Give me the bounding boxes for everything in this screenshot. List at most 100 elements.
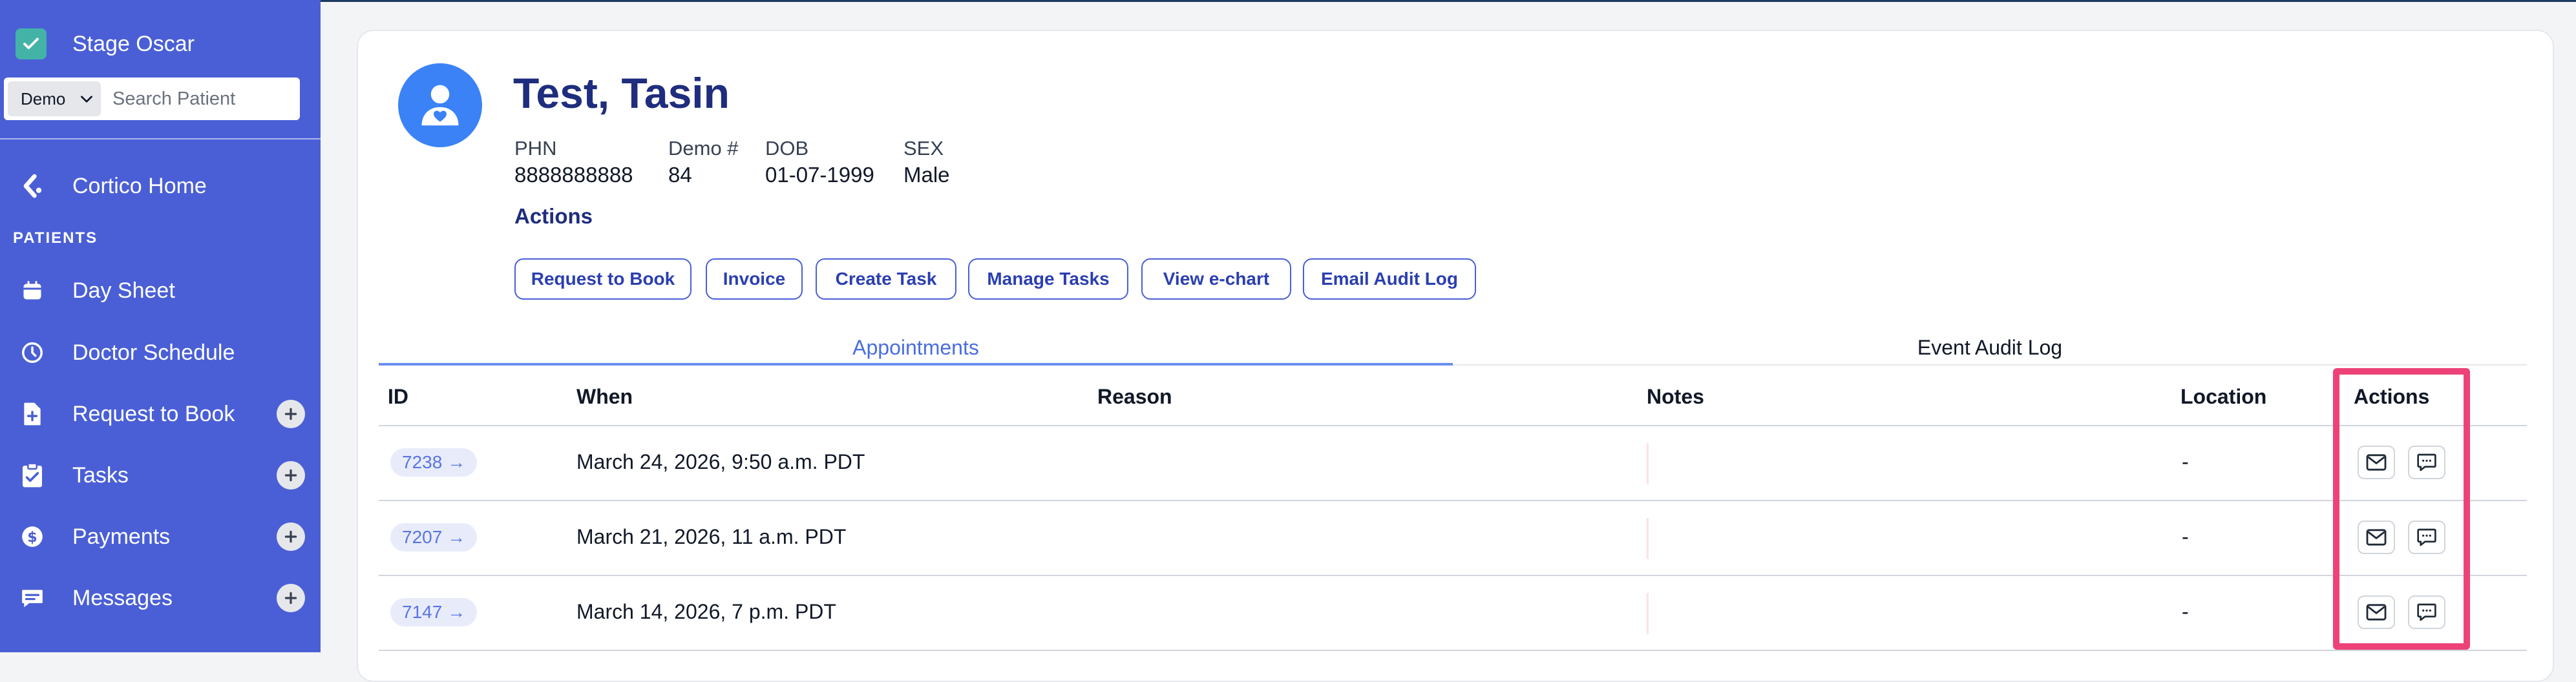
clipboard-check-icon [18,461,47,490]
column-header-when: When [576,385,633,408]
patients-section-label: PATIENTS [13,229,98,247]
sidebar-item-request-to-book[interactable]: Request to Book [0,388,321,440]
sms-button[interactable] [2408,521,2445,554]
appointment-notes [1647,443,1649,484]
appointment-id: 7238 [402,452,443,472]
column-header-id: ID [388,385,408,408]
chat-bubble-icon [2417,528,2436,546]
appointment-location: - [2182,525,2189,548]
field-value: Male [903,163,950,187]
tab-divider [1453,364,2527,366]
chat-bubble-icon [2417,453,2436,471]
email-button[interactable] [2358,595,2395,629]
appointment-when: March 21, 2026, 11 a.m. PDT [576,525,847,548]
patient-field-dob: DOB 01-07-1999 [765,137,874,187]
row-divider [379,575,2527,576]
chevron-down-icon [81,96,93,103]
mail-icon [2366,454,2387,471]
patient-avatar-icon [398,63,482,147]
field-value: 84 [668,163,692,187]
mail-icon [2366,604,2387,621]
sidebar-item-label: Request to Book [72,401,235,426]
create-task-button[interactable]: Create Task [816,258,956,300]
chat-bubble-icon [2417,603,2436,621]
sms-button[interactable] [2408,595,2445,629]
patient-search-bar: Demo [4,78,300,120]
row-divider [379,500,2527,501]
tab-appointments[interactable]: Appointments [379,329,1453,366]
appointment-notes [1647,593,1649,634]
column-header-actions: Actions [2354,385,2430,408]
add-task-button[interactable] [277,461,305,490]
email-button[interactable] [2358,446,2395,479]
sidebar-item-label: Doctor Schedule [72,340,235,365]
add-message-button[interactable] [277,584,305,612]
column-header-location: Location [2180,385,2267,408]
column-header-notes: Notes [1647,385,1704,408]
request-to-book-button[interactable]: Request to Book [514,258,692,300]
appointment-notes [1647,518,1649,559]
patient-field-phn: PHN 8888888888 [514,137,633,187]
appointment-when: March 24, 2026, 9:50 a.m. PDT [576,450,865,473]
tab-event-audit-log[interactable]: Event Audit Log [1453,329,2527,366]
search-type-select[interactable]: Demo [8,81,101,116]
sidebar-item-label: Payments [72,524,171,549]
file-plus-icon [18,400,47,428]
arrow-right-icon: → [447,452,466,472]
sidebar-divider [0,138,321,140]
brand[interactable]: Stage Oscar [16,28,195,59]
sidebar-item-tasks[interactable]: Tasks [0,450,321,501]
email-button[interactable] [2358,521,2395,554]
appointment-id: 7147 [402,602,443,622]
field-value: 8888888888 [514,163,633,187]
appointment-location: - [2182,450,2189,473]
appointment-location: - [2182,600,2189,623]
search-type-value: Demo [21,88,66,108]
appointment-id-link[interactable]: 7147 → [390,598,478,626]
message-icon [18,584,47,612]
table-header-divider [379,425,2527,426]
clock-icon [18,338,47,367]
sidebar-item-messages[interactable]: Messages [0,572,321,624]
appointment-when: March 14, 2026, 7 p.m. PDT [576,600,836,623]
field-label: Demo # [668,137,739,160]
email-audit-log-button[interactable]: Email Audit Log [1303,258,1476,300]
sms-button[interactable] [2408,446,2445,479]
appointment-id-link[interactable]: 7207 → [390,523,478,552]
patient-field-sex: SEX Male [903,137,950,187]
field-label: SEX [903,137,944,160]
view-echart-button[interactable]: View e-chart [1141,258,1291,300]
invoice-button[interactable]: Invoice [706,258,803,300]
app-title: Stage Oscar [72,31,195,56]
mail-icon [2366,529,2387,546]
add-payment-button[interactable] [277,522,305,551]
sidebar-item-label: Messages [72,585,173,610]
dollar-icon: $ [18,522,47,551]
search-patient-input[interactable] [111,87,295,110]
sidebar-item-label: Cortico Home [72,173,207,198]
patient-field-demo-number: Demo # 84 [668,137,739,187]
sidebar-item-payments[interactable]: $ Payments [0,511,321,563]
sidebar-item-doctor-schedule[interactable]: Doctor Schedule [0,327,321,378]
field-label: PHN [514,137,557,160]
row-divider [379,650,2527,651]
arrow-right-icon: → [447,527,466,547]
column-header-reason: Reason [1097,385,1172,408]
sidebar: Stage Oscar Demo Cortico Home PATIENTS D… [0,0,321,652]
active-tab-indicator [379,363,1453,366]
patient-name: Test, Tasin [513,69,730,117]
add-request-to-book-button[interactable] [277,400,305,428]
actions-heading: Actions [514,204,593,228]
sidebar-item-label: Day Sheet [72,278,175,303]
sidebar-item-day-sheet[interactable]: Day Sheet [0,265,321,316]
field-label: DOB [765,137,809,160]
appointment-id: 7207 [402,527,443,547]
sidebar-item-label: Tasks [72,462,129,488]
app-logo-icon [16,28,47,59]
sidebar-item-cortico-home[interactable]: Cortico Home [0,160,321,212]
appointment-id-link[interactable]: 7238 → [390,448,478,477]
calendar-icon [18,276,47,305]
top-border [321,0,2576,2]
field-value: 01-07-1999 [765,163,874,187]
manage-tasks-button[interactable]: Manage Tasks [968,258,1128,300]
